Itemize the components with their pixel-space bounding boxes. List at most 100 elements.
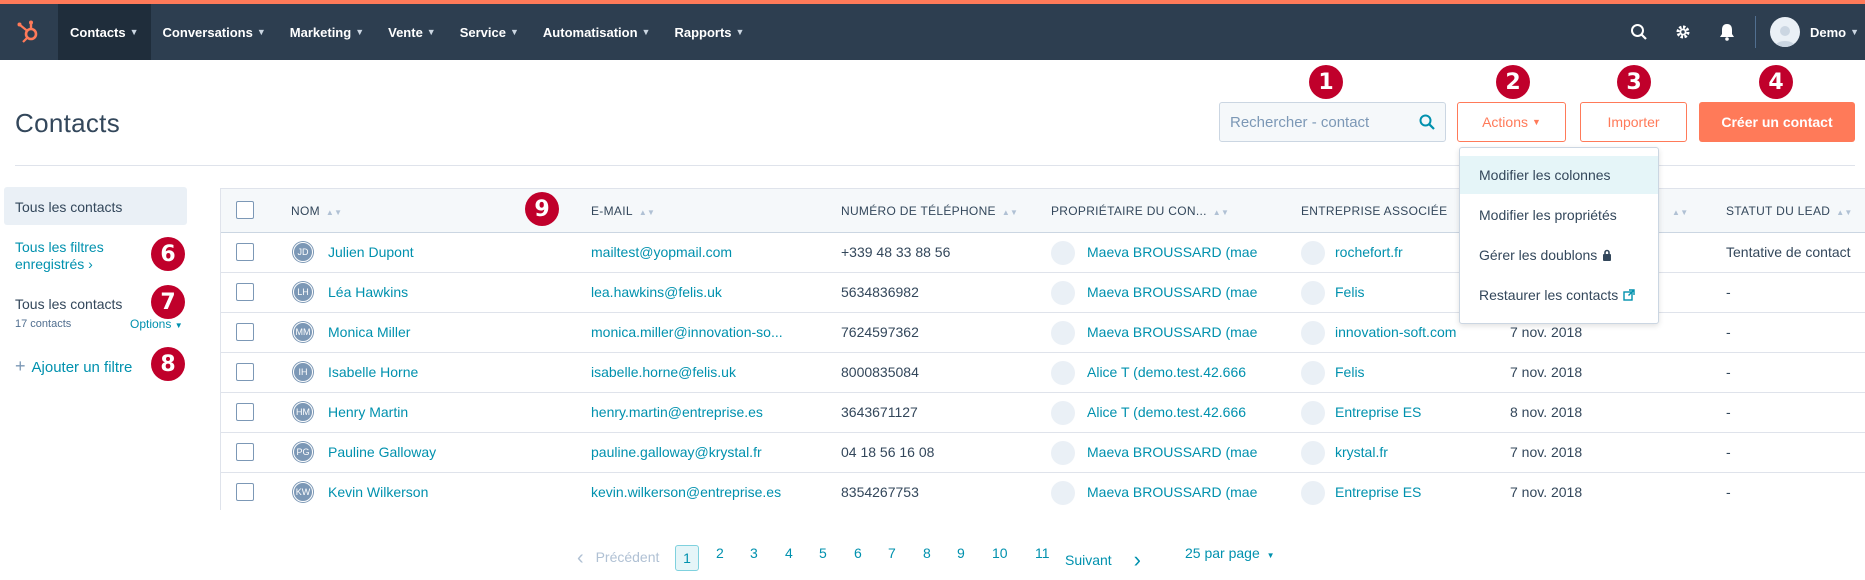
- initials-text: PG: [293, 442, 313, 462]
- per-page-select[interactable]: 25 par page ▼: [1185, 545, 1275, 561]
- row-checkbox[interactable]: [236, 363, 254, 381]
- column-header-lead-status[interactable]: STATUT DU LEAD ▲▼: [1726, 204, 1853, 218]
- contact-email-link[interactable]: mailtest@yopmail.com: [591, 244, 821, 260]
- actions-button[interactable]: Actions ▼: [1457, 102, 1566, 142]
- sidebar-saved-filters-link[interactable]: Tous les filtres enregistrés ›: [15, 239, 104, 273]
- contact-email-link[interactable]: pauline.galloway@krystal.fr: [591, 444, 821, 460]
- contact-name-link[interactable]: Léa Hawkins: [328, 284, 548, 300]
- contact-email-link[interactable]: lea.hawkins@felis.uk: [591, 284, 821, 300]
- account-name[interactable]: Demo: [1810, 25, 1846, 40]
- nav-item-marketing[interactable]: Marketing ▼: [278, 4, 376, 60]
- column-header-phone[interactable]: NUMÉRO DE TÉLÉPHONE ▲▼: [841, 204, 1018, 218]
- pagination-page-11[interactable]: 11: [1035, 545, 1050, 561]
- company-logo-icon: [1301, 401, 1325, 425]
- menu-item-manage-duplicates[interactable]: Gérer les doublons: [1460, 236, 1658, 274]
- initials-text: MM: [293, 322, 313, 342]
- select-all-checkbox[interactable]: [236, 201, 254, 219]
- create-contact-button[interactable]: Créer un contact: [1699, 102, 1855, 142]
- company-link[interactable]: innovation-soft.com: [1335, 324, 1495, 340]
- menu-item-edit-properties[interactable]: Modifier les propriétés: [1460, 196, 1658, 234]
- pagination-next-button[interactable]: Suivant ›: [1065, 545, 1141, 572]
- view-options-button[interactable]: Options ▼: [130, 317, 183, 331]
- contact-initials-avatar: IH: [292, 361, 314, 383]
- column-header-company[interactable]: ENTREPRISE ASSOCIÉE: [1301, 204, 1447, 218]
- table-row[interactable]: IH Isabelle Horne isabelle.horne@felis.uk 8…: [221, 353, 1865, 393]
- menu-item-restore-contacts[interactable]: Restaurer les contacts: [1460, 276, 1658, 314]
- pagination-page-1[interactable]: 1: [675, 545, 699, 571]
- pagination-page-8[interactable]: 8: [923, 545, 931, 561]
- contact-name-link[interactable]: Monica Miller: [328, 324, 548, 340]
- nav-item-vente[interactable]: Vente ▼: [376, 4, 448, 60]
- chevron-down-icon: ▼: [735, 27, 745, 37]
- contact-phone: 7624597362: [841, 324, 919, 340]
- gear-icon[interactable]: [1661, 4, 1705, 60]
- pagination-page-7[interactable]: 7: [888, 545, 896, 561]
- row-checkbox[interactable]: [236, 283, 254, 301]
- pagination-previous-button[interactable]: ‹ Précédent: [577, 545, 659, 569]
- owner-link[interactable]: Maeva BROUSSARD (mae: [1087, 484, 1267, 500]
- pagination-page-2[interactable]: 2: [716, 545, 724, 561]
- menu-item-edit-columns[interactable]: Modifier les colonnes: [1460, 156, 1658, 194]
- row-checkbox[interactable]: [236, 243, 254, 261]
- pagination-page-10[interactable]: 10: [992, 545, 1008, 561]
- owner-link[interactable]: Maeva BROUSSARD (mae: [1087, 284, 1267, 300]
- table-row[interactable]: KW Kevin Wilkerson kevin.wilkerson@entrepr…: [221, 473, 1865, 510]
- owner-link[interactable]: Maeva BROUSSARD (mae: [1087, 444, 1267, 460]
- table-row[interactable]: HM Henry Martin henry.martin@entreprise.es…: [221, 393, 1865, 433]
- bell-icon[interactable]: [1705, 4, 1749, 60]
- lead-status: -: [1726, 484, 1731, 500]
- owner-avatar-icon: [1051, 241, 1075, 265]
- contact-email-link[interactable]: kevin.wilkerson@entreprise.es: [591, 484, 821, 500]
- contact-name-link[interactable]: Julien Dupont: [328, 244, 548, 260]
- contact-name-link[interactable]: Pauline Galloway: [328, 444, 548, 460]
- sort-icon: ▲▼: [1672, 208, 1689, 217]
- caret-down-icon: ▼: [1266, 551, 1275, 560]
- contact-email-link[interactable]: isabelle.horne@felis.uk: [591, 364, 821, 380]
- contact-name-link[interactable]: Henry Martin: [328, 404, 548, 420]
- owner-link[interactable]: Alice T (demo.test.42.666: [1087, 364, 1267, 380]
- contact-email-link[interactable]: monica.miller@innovation-so...: [591, 324, 821, 340]
- column-header-owner[interactable]: PROPRIÉTAIRE DU CON... ▲▼: [1051, 204, 1229, 218]
- nav-item-rapports[interactable]: Rapports ▼: [662, 4, 756, 60]
- company-link[interactable]: krystal.fr: [1335, 444, 1495, 460]
- company-link[interactable]: Entreprise ES: [1335, 404, 1495, 420]
- search-input[interactable]: Rechercher - contact: [1219, 102, 1446, 142]
- lead-status: -: [1726, 404, 1731, 420]
- contact-name-link[interactable]: Isabelle Horne: [328, 364, 548, 380]
- company-link[interactable]: Felis: [1335, 364, 1495, 380]
- avatar[interactable]: [1769, 17, 1800, 47]
- table-row[interactable]: PG Pauline Galloway pauline.galloway@kryst…: [221, 433, 1865, 473]
- row-checkbox[interactable]: [236, 443, 254, 461]
- row-checkbox[interactable]: [236, 323, 254, 341]
- pagination-page-9[interactable]: 9: [957, 545, 965, 561]
- owner-link[interactable]: Alice T (demo.test.42.666: [1087, 404, 1267, 420]
- lead-status: -: [1726, 364, 1731, 380]
- actions-dropdown-menu: Modifier les colonnes Modifier les propr…: [1459, 147, 1659, 324]
- pagination-page-4[interactable]: 4: [785, 545, 793, 561]
- row-checkbox[interactable]: [236, 483, 254, 501]
- nav-item-conversations[interactable]: Conversations ▼: [151, 4, 278, 60]
- column-header-name[interactable]: NOM ▲▼: [291, 204, 342, 218]
- chevron-down-icon: ▼: [256, 27, 266, 37]
- pagination-page-5[interactable]: 5: [819, 545, 827, 561]
- nav-item-automatisation[interactable]: Automatisation ▼: [531, 4, 663, 60]
- add-filter-button[interactable]: + Ajouter un filtre: [15, 356, 132, 377]
- pagination-page-3[interactable]: 3: [750, 545, 758, 561]
- nav-item-service[interactable]: Service ▼: [448, 4, 531, 60]
- menu-item-label: Gérer les doublons: [1479, 247, 1598, 263]
- search-icon[interactable]: [1617, 4, 1661, 60]
- contact-name-link[interactable]: Kevin Wilkerson: [328, 484, 548, 500]
- sort-icon: ▲▼: [1836, 208, 1853, 217]
- import-button[interactable]: Importer: [1580, 102, 1687, 142]
- column-header-email[interactable]: E-MAIL ▲▼: [591, 204, 655, 218]
- hubspot-logo-icon[interactable]: [14, 18, 42, 46]
- contact-email-link[interactable]: henry.martin@entreprise.es: [591, 404, 821, 420]
- pagination-page-6[interactable]: 6: [854, 545, 862, 561]
- search-placeholder: Rechercher - contact: [1230, 113, 1370, 131]
- owner-link[interactable]: Maeva BROUSSARD (mae: [1087, 244, 1267, 260]
- chevron-down-icon: ▼: [1850, 27, 1859, 37]
- nav-item-contacts[interactable]: Contacts ▼: [58, 4, 151, 60]
- row-checkbox[interactable]: [236, 403, 254, 421]
- company-link[interactable]: Entreprise ES: [1335, 484, 1495, 500]
- owner-link[interactable]: Maeva BROUSSARD (mae: [1087, 324, 1267, 340]
